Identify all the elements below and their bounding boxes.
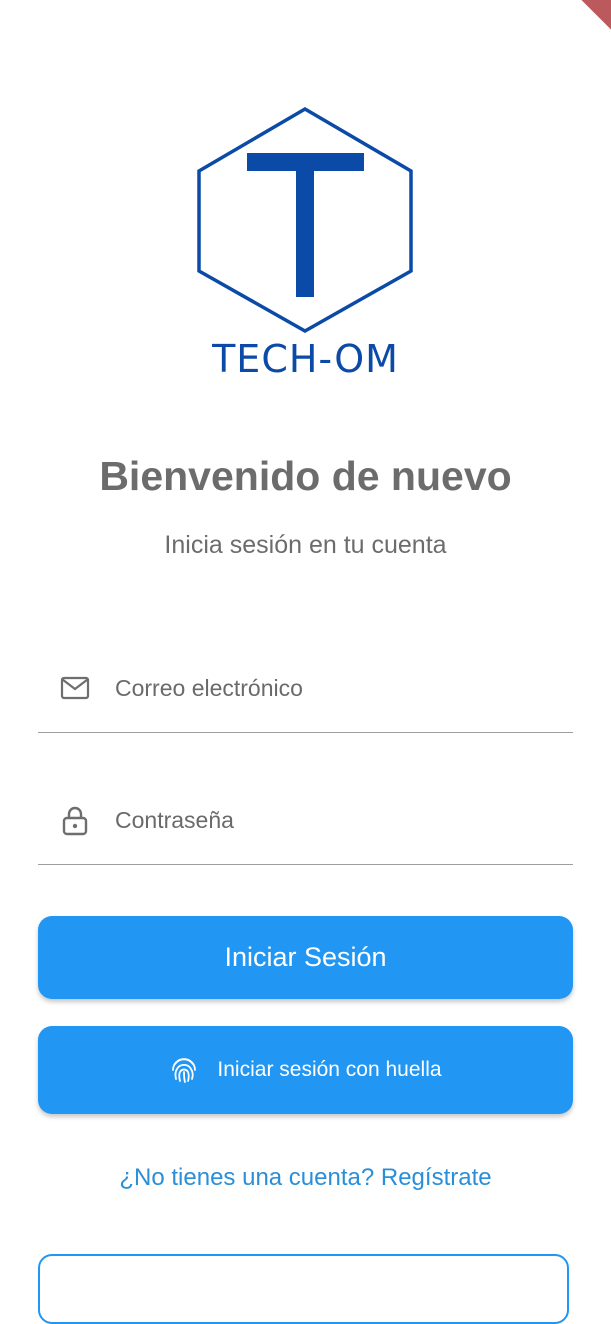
password-input[interactable] xyxy=(115,804,555,836)
tech-om-logo-icon xyxy=(197,106,413,333)
fingerprint-login-button[interactable]: Iniciar sesión con huella xyxy=(38,1026,573,1114)
mail-icon xyxy=(60,676,90,700)
email-input[interactable] xyxy=(115,672,555,704)
secondary-outline-button[interactable] xyxy=(38,1254,569,1324)
brand-name: TECH-OM xyxy=(212,337,399,381)
logo xyxy=(195,105,415,333)
fingerprint-icon xyxy=(172,1058,197,1083)
register-link[interactable]: ¿No tienes una cuenta? Regístrate xyxy=(0,1161,611,1195)
email-field[interactable] xyxy=(38,672,573,733)
login-button-label: Iniciar Sesión xyxy=(224,942,387,972)
page-subtitle: Inicia sesión en tu cuenta xyxy=(164,531,447,559)
password-field[interactable] xyxy=(38,804,573,865)
debug-banner xyxy=(565,0,611,34)
lock-icon xyxy=(62,806,88,836)
page-title: Bienvenido de nuevo xyxy=(99,453,512,499)
login-button[interactable]: Iniciar Sesión xyxy=(38,916,573,999)
fingerprint-button-label: Iniciar sesión con huella xyxy=(217,1058,442,1081)
